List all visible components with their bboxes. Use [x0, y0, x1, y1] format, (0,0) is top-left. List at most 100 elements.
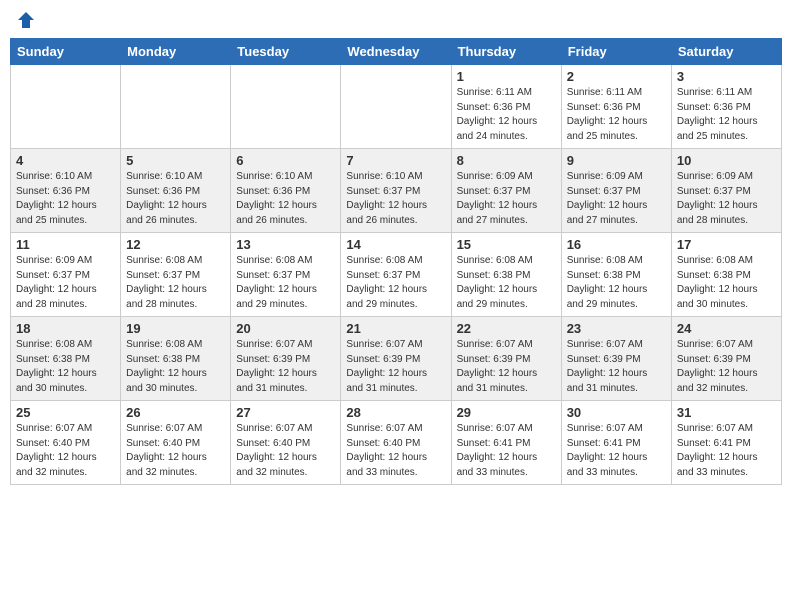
- day-info: Sunrise: 6:07 AM Sunset: 6:41 PM Dayligh…: [457, 422, 556, 480]
- weekday-header-saturday: Saturday: [671, 39, 781, 65]
- day-info: Sunrise: 6:11 AM Sunset: 6:36 PM Dayligh…: [457, 86, 556, 144]
- calendar-cell: 30Sunrise: 6:07 AM Sunset: 6:41 PM Dayli…: [561, 401, 671, 485]
- day-info: Sunrise: 6:07 AM Sunset: 6:39 PM Dayligh…: [567, 338, 666, 396]
- calendar-cell: 8 Sunrise: 6:09 AM Sunset: 6:37 PM Daylig…: [451, 149, 561, 233]
- calendar-cell: 25 Sunrise: 6:07 AM Sunset: 6:40 PM Dayli…: [11, 401, 121, 485]
- day-info: Sunrise: 6:10 AM Sunset: 6:36 PM Dayligh…: [16, 170, 115, 228]
- calendar-cell: 3Sunrise: 6:11 AM Sunset: 6:36 PM Daylig…: [671, 65, 781, 149]
- day-info: Sunrise: 6:08 AM Sunset: 6:37 PM Dayligh…: [236, 254, 335, 312]
- day-number: 2: [567, 69, 666, 84]
- day-number: 13: [236, 237, 335, 252]
- day-info: Sunrise: 6:08 AM Sunset: 6:37 PM Dayligh…: [346, 254, 445, 312]
- day-info: Sunrise: 6:08 AM Sunset: 6:38 PM Dayligh…: [16, 338, 115, 396]
- day-info: Sunrise: 6:09 AM Sunset: 6:37 PM Dayligh…: [16, 254, 115, 312]
- day-info: Sunrise: 6:08 AM Sunset: 6:38 PM Dayligh…: [126, 338, 225, 396]
- calendar-cell: 13 Sunrise: 6:08 AM Sunset: 6:37 PM Dayli…: [231, 233, 341, 317]
- calendar-cell: 20 Sunrise: 6:07 AM Sunset: 6:39 PM Dayli…: [231, 317, 341, 401]
- day-number: 17: [677, 237, 776, 252]
- calendar-cell: 17 Sunrise: 6:08 AM Sunset: 6:38 PM Dayli…: [671, 233, 781, 317]
- calendar-cell: 4 Sunrise: 6:10 AM Sunset: 6:36 PM Daylig…: [11, 149, 121, 233]
- day-number: 19: [126, 321, 225, 336]
- calendar-cell: 21 Sunrise: 6:07 AM Sunset: 6:39 PM Dayli…: [341, 317, 451, 401]
- calendar-cell: 27 Sunrise: 6:07 AM Sunset: 6:40 PM Dayli…: [231, 401, 341, 485]
- calendar-cell: 23 Sunrise: 6:07 AM Sunset: 6:39 PM Dayli…: [561, 317, 671, 401]
- day-info: Sunrise: 6:11 AM Sunset: 6:36 PM Dayligh…: [567, 86, 666, 144]
- day-info: Sunrise: 6:07 AM Sunset: 6:39 PM Dayligh…: [677, 338, 776, 396]
- day-info: Sunrise: 6:07 AM Sunset: 6:40 PM Dayligh…: [236, 422, 335, 480]
- day-info: Sunrise: 6:07 AM Sunset: 6:40 PM Dayligh…: [126, 422, 225, 480]
- calendar-cell: 2 Sunrise: 6:11 AM Sunset: 6:36 PM Daylig…: [561, 65, 671, 149]
- day-info: Sunrise: 6:08 AM Sunset: 6:37 PM Dayligh…: [126, 254, 225, 312]
- calendar-cell: 29 Sunrise: 6:07 AM Sunset: 6:41 PM Dayli…: [451, 401, 561, 485]
- calendar-row: 11Sunrise: 6:09 AM Sunset: 6:37 PM Dayli…: [11, 233, 782, 317]
- day-info: Sunrise: 6:07 AM Sunset: 6:39 PM Dayligh…: [236, 338, 335, 396]
- day-number: 28: [346, 405, 445, 420]
- day-info: Sunrise: 6:07 AM Sunset: 6:41 PM Dayligh…: [677, 422, 776, 480]
- day-number: 7: [346, 153, 445, 168]
- day-number: 16: [567, 237, 666, 252]
- day-number: 12: [126, 237, 225, 252]
- day-info: Sunrise: 6:08 AM Sunset: 6:38 PM Dayligh…: [567, 254, 666, 312]
- calendar-cell: 14 Sunrise: 6:08 AM Sunset: 6:37 PM Dayli…: [341, 233, 451, 317]
- calendar-cell: 12 Sunrise: 6:08 AM Sunset: 6:37 PM Dayli…: [121, 233, 231, 317]
- day-number: 29: [457, 405, 556, 420]
- day-info: Sunrise: 6:10 AM Sunset: 6:36 PM Dayligh…: [236, 170, 335, 228]
- day-number: 9: [567, 153, 666, 168]
- weekday-header-row: SundayMondayTuesdayWednesdayThursdayFrid…: [11, 39, 782, 65]
- day-number: 5: [126, 153, 225, 168]
- weekday-header-monday: Monday: [121, 39, 231, 65]
- calendar-cell: 7 Sunrise: 6:10 AM Sunset: 6:37 PM Daylig…: [341, 149, 451, 233]
- day-number: 25: [16, 405, 115, 420]
- day-info: Sunrise: 6:07 AM Sunset: 6:41 PM Dayligh…: [567, 422, 666, 480]
- weekday-header-friday: Friday: [561, 39, 671, 65]
- calendar-cell: 11Sunrise: 6:09 AM Sunset: 6:37 PM Dayli…: [11, 233, 121, 317]
- day-number: 1: [457, 69, 556, 84]
- calendar-cell: [341, 65, 451, 149]
- day-info: Sunrise: 6:08 AM Sunset: 6:38 PM Dayligh…: [457, 254, 556, 312]
- calendar-cell: 31 Sunrise: 6:07 AM Sunset: 6:41 PM Dayli…: [671, 401, 781, 485]
- day-number: 18: [16, 321, 115, 336]
- day-number: 23: [567, 321, 666, 336]
- day-number: 14: [346, 237, 445, 252]
- calendar-cell: 1 Sunrise: 6:11 AM Sunset: 6:36 PM Daylig…: [451, 65, 561, 149]
- calendar-cell: 16 Sunrise: 6:08 AM Sunset: 6:38 PM Dayli…: [561, 233, 671, 317]
- weekday-header-sunday: Sunday: [11, 39, 121, 65]
- calendar-row: 4 Sunrise: 6:10 AM Sunset: 6:36 PM Daylig…: [11, 149, 782, 233]
- calendar-row: 1 Sunrise: 6:11 AM Sunset: 6:36 PM Daylig…: [11, 65, 782, 149]
- day-number: 26: [126, 405, 225, 420]
- weekday-header-tuesday: Tuesday: [231, 39, 341, 65]
- calendar-cell: 15 Sunrise: 6:08 AM Sunset: 6:38 PM Dayli…: [451, 233, 561, 317]
- calendar-cell: 9Sunrise: 6:09 AM Sunset: 6:37 PM Daylig…: [561, 149, 671, 233]
- day-number: 20: [236, 321, 335, 336]
- calendar-row: 25 Sunrise: 6:07 AM Sunset: 6:40 PM Dayli…: [11, 401, 782, 485]
- day-info: Sunrise: 6:10 AM Sunset: 6:36 PM Dayligh…: [126, 170, 225, 228]
- calendar-cell: 5 Sunrise: 6:10 AM Sunset: 6:36 PM Daylig…: [121, 149, 231, 233]
- day-number: 24: [677, 321, 776, 336]
- day-info: Sunrise: 6:07 AM Sunset: 6:40 PM Dayligh…: [16, 422, 115, 480]
- calendar-cell: [11, 65, 121, 149]
- calendar-table: SundayMondayTuesdayWednesdayThursdayFrid…: [10, 38, 782, 485]
- calendar-cell: 19 Sunrise: 6:08 AM Sunset: 6:38 PM Dayli…: [121, 317, 231, 401]
- day-number: 31: [677, 405, 776, 420]
- weekday-header-wednesday: Wednesday: [341, 39, 451, 65]
- calendar-cell: 26 Sunrise: 6:07 AM Sunset: 6:40 PM Dayli…: [121, 401, 231, 485]
- logo: [14, 10, 36, 30]
- day-info: Sunrise: 6:09 AM Sunset: 6:37 PM Dayligh…: [457, 170, 556, 228]
- calendar-cell: 18 Sunrise: 6:08 AM Sunset: 6:38 PM Dayli…: [11, 317, 121, 401]
- day-number: 27: [236, 405, 335, 420]
- day-number: 4: [16, 153, 115, 168]
- day-number: 6: [236, 153, 335, 168]
- day-number: 15: [457, 237, 556, 252]
- page-header: [10, 10, 782, 30]
- day-info: Sunrise: 6:11 AM Sunset: 6:36 PM Dayligh…: [677, 86, 776, 144]
- day-number: 22: [457, 321, 556, 336]
- calendar-cell: [121, 65, 231, 149]
- calendar-cell: 6 Sunrise: 6:10 AM Sunset: 6:36 PM Daylig…: [231, 149, 341, 233]
- day-info: Sunrise: 6:07 AM Sunset: 6:39 PM Dayligh…: [346, 338, 445, 396]
- day-info: Sunrise: 6:07 AM Sunset: 6:40 PM Dayligh…: [346, 422, 445, 480]
- day-number: 8: [457, 153, 556, 168]
- day-number: 21: [346, 321, 445, 336]
- calendar-cell: [231, 65, 341, 149]
- day-info: Sunrise: 6:08 AM Sunset: 6:38 PM Dayligh…: [677, 254, 776, 312]
- day-info: Sunrise: 6:10 AM Sunset: 6:37 PM Dayligh…: [346, 170, 445, 228]
